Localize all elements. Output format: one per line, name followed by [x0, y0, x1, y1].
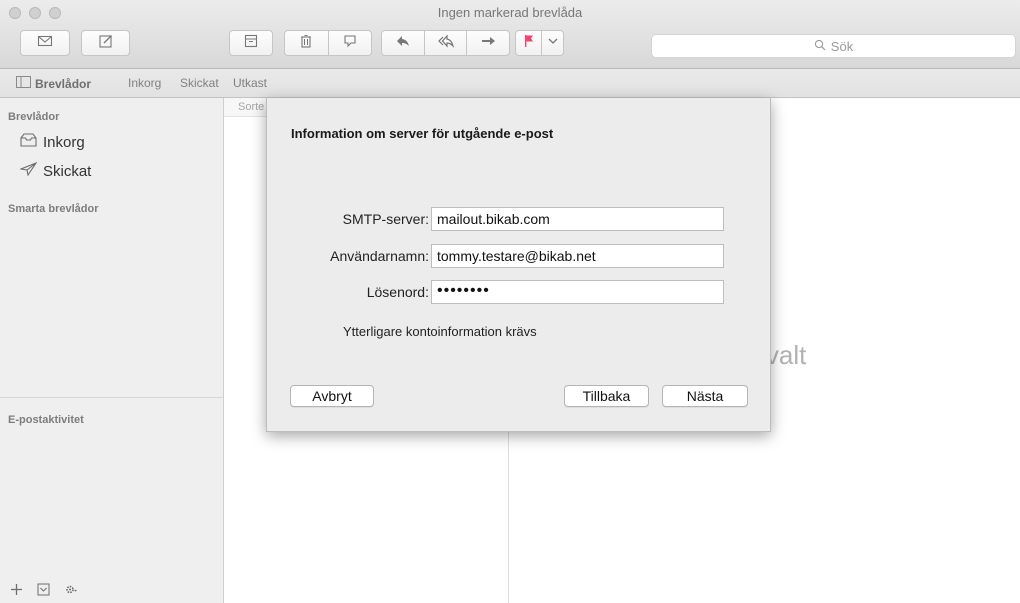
reply-icon	[395, 33, 411, 54]
favorites-sent[interactable]: Skickat	[180, 76, 219, 90]
username-label: Användarnamn:	[330, 248, 429, 264]
compose-button[interactable]	[81, 30, 130, 56]
search-field[interactable]: Sök	[651, 34, 1016, 58]
cancel-button[interactable]: Avbryt	[290, 385, 374, 407]
sidebar: Brevlådor Inkorg Skickat Smarta brevlådo…	[0, 98, 224, 603]
sidebar-footer	[0, 581, 223, 603]
trash-button[interactable]	[285, 31, 328, 55]
sidebar-item-label: Skickat	[43, 162, 92, 180]
reply-all-icon	[437, 33, 454, 54]
sidebar-header-mailboxes: Brevlådor	[8, 111, 60, 123]
mail-window: Ingen markerad brevlåda Sök Brevlådor In…	[0, 0, 1020, 603]
sheet-note: Ytterligare kontoinformation krävs	[343, 324, 537, 339]
reply-all-button[interactable]	[423, 31, 467, 55]
smtp-server-field[interactable]: mailout.bikab.com	[431, 207, 724, 231]
sheet-title: Information om server för utgående e-pos…	[291, 126, 554, 141]
reply-group	[381, 30, 510, 56]
favorites-mailboxes-button[interactable]: Brevlådor	[16, 76, 91, 91]
password-row: Lösenord: ••••••••	[267, 280, 772, 304]
chevron-down-icon	[545, 33, 561, 54]
flag-button[interactable]	[516, 31, 541, 55]
password-field[interactable]: ••••••••	[431, 280, 724, 304]
get-mail-button[interactable]	[20, 30, 70, 56]
sidebar-header-activity: E-postaktivitet	[8, 414, 84, 426]
back-button[interactable]: Tillbaka	[564, 385, 649, 407]
sidebar-toggle-icon	[16, 76, 31, 91]
chevron-box-icon	[37, 583, 50, 600]
junk-button[interactable]	[327, 31, 372, 55]
gear-icon	[64, 583, 77, 600]
outgoing-server-sheet: Information om server för utgående e-pos…	[266, 98, 771, 432]
archive-button[interactable]	[229, 30, 273, 56]
flag-group	[515, 30, 564, 56]
reply-button[interactable]	[382, 31, 424, 55]
trash-icon	[298, 33, 314, 54]
junk-icon	[342, 33, 358, 54]
forward-button[interactable]	[466, 31, 509, 55]
paper-plane-icon	[18, 161, 38, 180]
search-icon	[814, 39, 826, 54]
plus-icon	[10, 583, 23, 600]
username-field[interactable]: tommy.testare@bikab.net	[431, 244, 724, 268]
compose-icon	[98, 33, 114, 54]
smtp-server-row: SMTP-server: mailout.bikab.com	[267, 207, 772, 231]
trash-junk-group	[284, 30, 372, 56]
search-placeholder: Sök	[830, 38, 854, 54]
envelope-icon	[37, 33, 53, 54]
password-label: Lösenord:	[366, 284, 429, 300]
sidebar-item-sent[interactable]: Skickat	[18, 161, 92, 180]
favorites-bar: Brevlådor Inkorg Skickat Utkast	[0, 69, 1020, 98]
flag-menu-button[interactable]	[541, 31, 563, 55]
next-button[interactable]: Nästa	[662, 385, 748, 407]
username-row: Användarnamn: tommy.testare@bikab.net	[267, 244, 772, 268]
sidebar-item-label: Inkorg	[43, 133, 85, 151]
archive-icon	[243, 33, 259, 54]
toolbar: Ingen markerad brevlåda Sök	[0, 0, 1020, 69]
action-menu-button[interactable]	[64, 583, 77, 601]
forward-icon	[480, 33, 496, 54]
show-hide-button[interactable]	[37, 583, 50, 601]
sidebar-divider	[0, 397, 223, 398]
add-mailbox-button[interactable]	[10, 583, 23, 601]
favorites-mailboxes-label: Brevlådor	[35, 76, 92, 91]
inbox-tray-icon	[20, 133, 37, 151]
smtp-server-label: SMTP-server:	[342, 211, 429, 227]
favorites-inbox[interactable]: Inkorg	[128, 76, 161, 90]
sidebar-item-inbox[interactable]: Inkorg	[20, 133, 85, 151]
window-title: Ingen markerad brevlåda	[437, 5, 583, 20]
sidebar-header-smart-mailboxes: Smarta brevlådor	[8, 203, 99, 215]
favorites-drafts[interactable]: Utkast	[233, 76, 267, 90]
flag-icon	[521, 33, 537, 54]
